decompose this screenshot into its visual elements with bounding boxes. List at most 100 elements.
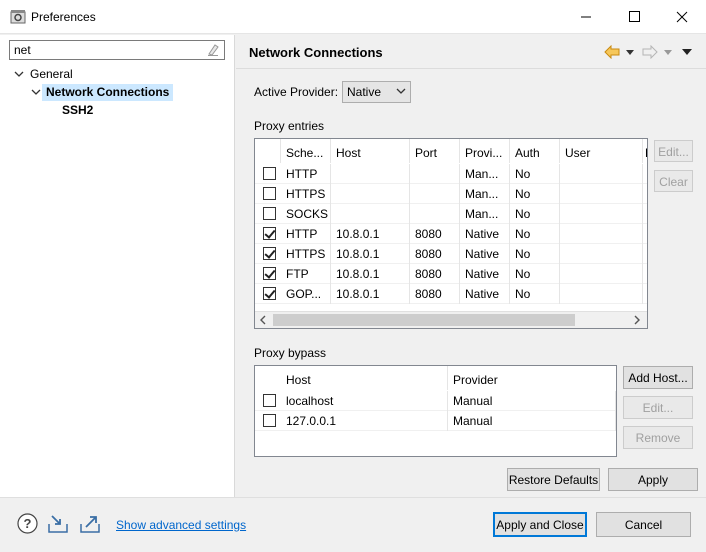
cell-port: 8080 (410, 244, 460, 264)
apply-button[interactable]: Apply (608, 468, 698, 491)
cell-provider: Native (460, 224, 510, 244)
cell-auth: No (510, 184, 560, 204)
table-header-provider[interactable]: Provi... (460, 139, 510, 163)
table-row[interactable]: SOCKS Man... No (255, 204, 647, 224)
row-checkbox[interactable] (263, 267, 276, 280)
footer-divider (0, 497, 706, 498)
cell-host: 10.8.0.1 (331, 284, 410, 304)
cancel-button[interactable]: Cancel (596, 512, 691, 537)
cell-host: localhost (281, 391, 448, 411)
table-row[interactable]: localhost Manual (255, 391, 616, 411)
show-advanced-settings-link[interactable]: Show advanced settings (116, 518, 246, 532)
remove-bypass-button[interactable]: Remove (623, 426, 693, 449)
import-icon[interactable] (47, 512, 69, 534)
horizontal-scrollbar[interactable] (255, 311, 647, 328)
clear-proxy-button[interactable]: Clear (654, 170, 693, 192)
proxy-entries-label: Proxy entries (254, 119, 325, 133)
cell-host: 10.8.0.1 (331, 244, 410, 264)
row-checkbox[interactable] (263, 187, 276, 200)
cell-host: 127.0.0.1 (281, 411, 448, 431)
cell-auth: No (510, 204, 560, 224)
preferences-gear-icon (10, 10, 26, 24)
cell-provider: Man... (460, 204, 510, 224)
cell-host (331, 204, 410, 224)
table-header-checkbox[interactable] (255, 139, 281, 163)
cell-auth: No (510, 164, 560, 184)
row-checkbox[interactable] (263, 227, 276, 240)
chevron-down-icon[interactable] (13, 68, 25, 80)
forward-menu-chevron-icon[interactable] (663, 49, 673, 56)
cell-scheme: HTTPS (281, 184, 331, 204)
cell-user (560, 204, 643, 224)
cell-port (410, 184, 460, 204)
cell-user (560, 244, 643, 264)
table-header-password[interactable]: P (643, 139, 647, 163)
apply-and-close-button[interactable]: Apply and Close (493, 512, 587, 537)
cell-port: 8080 (410, 264, 460, 284)
table-row[interactable]: HTTPS 10.8.0.1 8080 Native No (255, 244, 647, 264)
row-checkbox[interactable] (263, 247, 276, 260)
restore-defaults-button[interactable]: Restore Defaults (507, 468, 600, 491)
cell-scheme: HTTPS (281, 244, 331, 264)
table-row[interactable]: 127.0.0.1 Manual (255, 411, 616, 431)
chevron-down-icon (396, 88, 406, 94)
export-icon[interactable] (79, 512, 101, 534)
chevron-down-icon[interactable] (30, 86, 42, 98)
cell-provider: Native (460, 264, 510, 284)
row-checkbox[interactable] (263, 414, 276, 427)
proxy-entries-table[interactable]: Sche... Host Port Provi... Auth User P H… (254, 138, 648, 329)
maximize-button[interactable] (611, 0, 657, 34)
scroll-right-icon[interactable] (632, 315, 642, 325)
proxy-bypass-label: Proxy bypass (254, 346, 327, 360)
close-button[interactable] (659, 0, 705, 34)
table-header-user[interactable]: User (560, 139, 643, 163)
table-header-port[interactable]: Port (410, 139, 460, 163)
table-row[interactable]: HTTPS Man... No (255, 184, 647, 204)
minimize-button[interactable] (563, 0, 609, 34)
table-header-auth[interactable]: Auth (510, 139, 560, 163)
scroll-left-icon[interactable] (258, 315, 268, 325)
table-header-host[interactable]: Host (281, 366, 448, 390)
scrollbar-thumb[interactable] (273, 314, 575, 326)
tree-item-general[interactable]: General (30, 67, 73, 81)
table-header-provider[interactable]: Provider (448, 366, 616, 390)
cell-host: 10.8.0.1 (331, 264, 410, 284)
table-row[interactable]: HTTP 10.8.0.1 8080 Native No (255, 224, 647, 244)
table-header-checkbox[interactable] (255, 366, 281, 390)
cell-user (560, 184, 643, 204)
table-header-scheme[interactable]: Sche... (281, 139, 331, 163)
table-row[interactable]: GOP... 10.8.0.1 8080 Native No (255, 284, 647, 304)
tree-item-ssh2[interactable]: SSH2 (62, 103, 93, 117)
tree-item-network-connections[interactable]: Network Connections (42, 84, 174, 101)
add-host-button[interactable]: Add Host... (623, 366, 693, 389)
cell-scheme: GOP... (281, 284, 331, 304)
cell-provider: Man... (460, 184, 510, 204)
row-checkbox[interactable] (263, 167, 276, 180)
back-menu-chevron-icon[interactable] (625, 49, 635, 56)
table-header-host[interactable]: Host (331, 139, 410, 163)
edit-proxy-button[interactable]: Edit... (654, 140, 693, 162)
minimize-icon (581, 16, 591, 18)
clear-filter-icon[interactable] (206, 43, 220, 57)
row-checkbox[interactable] (263, 287, 276, 300)
cell-auth: No (510, 244, 560, 264)
row-checkbox[interactable] (263, 207, 276, 220)
cell-provider: Man... (460, 164, 510, 184)
forward-arrow-icon[interactable] (642, 45, 658, 59)
page-title: Network Connections (249, 45, 383, 60)
edit-bypass-button[interactable]: Edit... (623, 396, 693, 419)
cell-scheme: FTP (281, 264, 331, 284)
table-row[interactable]: FTP 10.8.0.1 8080 Native No (255, 264, 647, 284)
row-checkbox[interactable] (263, 394, 276, 407)
help-icon[interactable]: ? (17, 513, 38, 534)
cell-scheme: HTTP (281, 164, 331, 184)
cell-auth: No (510, 264, 560, 284)
back-arrow-icon[interactable] (604, 45, 620, 59)
filter-input[interactable] (9, 40, 225, 60)
cell-host (331, 164, 410, 184)
table-row[interactable]: HTTP Man... No (255, 164, 647, 184)
cell-user (560, 284, 643, 304)
view-menu-icon[interactable] (682, 48, 692, 55)
cell-provider: Manual (448, 411, 616, 431)
proxy-bypass-table[interactable]: Host Provider localhost Manual 127.0.0.1 Ma… (254, 365, 617, 457)
